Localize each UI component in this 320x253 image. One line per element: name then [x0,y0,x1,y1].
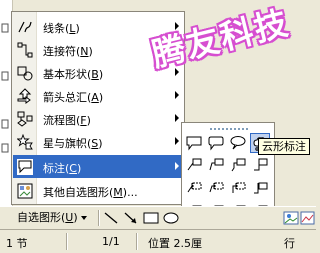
rounded-callout-icon[interactable] [206,133,226,153]
doc-mark-icon [1,143,9,153]
status-row: 行 [284,237,295,250]
submenu-arrow-icon [175,22,179,30]
oval-tool-icon[interactable] [162,210,180,226]
accent-callout-4-icon[interactable] [250,179,270,199]
line-tool-icon[interactable] [102,210,120,226]
line-callout-4-icon[interactable] [250,156,270,176]
submenu-arrow-icon [175,45,179,53]
tooltip: 云形标注 [258,138,310,155]
submenu-arrow-icon [175,162,179,170]
status-position: 位置 2.5厘 [148,237,202,250]
menu-item-label: 其他自选图形 [43,186,109,199]
menu-item-flowchart[interactable]: 流程图(F) [13,107,183,130]
menu-item-stars-banners[interactable]: 星与旗帜(S) [13,130,183,153]
menu-item-label: 连接符 [43,45,76,58]
rectangular-callout-icon[interactable] [184,133,204,153]
clip-art-icon[interactable] [282,210,300,226]
accent-callout-3-icon[interactable] [228,179,248,199]
more-autoshapes-icon [17,183,33,199]
oval-callout-icon[interactable] [228,133,248,153]
callouts-icon [17,159,33,175]
doc-mark-icon [1,23,9,33]
status-divider [136,233,138,250]
line-callout-3-icon[interactable] [228,156,248,176]
autoshapes-button[interactable]: 自选图形(U) [13,209,91,226]
flowchart-icon [17,111,33,127]
menu-item-label: 箭头总汇 [43,91,87,104]
line-callout-1-icon[interactable] [184,156,204,176]
status-divider [66,233,68,250]
doc-mark-icon [1,119,9,129]
submenu-arrow-icon [175,68,179,76]
submenu-arrow-icon [175,91,179,99]
insert-picture-icon[interactable] [300,210,318,226]
status-pages: 1/1 [102,235,120,248]
menu-item-callouts[interactable]: 标注(C) [13,155,183,178]
menu-item-label: 标注 [43,162,65,175]
menu-item-basic-shapes[interactable]: 基本形状(B) [13,61,183,84]
status-bar: 1 节 1/1 位置 2.5厘 行 [0,229,316,253]
basic-shapes-icon [17,66,33,81]
menu-item-label: 流程图 [43,114,76,127]
submenu-arrow-icon [175,114,179,122]
drawing-toolbar: 自选图形(U) [0,206,316,229]
menu-item-block-arrows[interactable]: 箭头总汇(A) [13,84,183,107]
line-callout-2-icon[interactable] [206,156,226,176]
stars-banners-icon [17,134,33,150]
submenu-arrow-icon [175,137,179,145]
status-section: 1 节 [6,237,28,250]
dropdown-arrow-icon [80,216,87,220]
menu-item-label: 星与旗帜 [43,137,87,150]
tear-off-grip[interactable] [210,128,248,130]
menu-item-label: 基本形状 [43,68,87,81]
rectangle-tool-icon[interactable] [142,210,160,226]
menu-item-lines[interactable]: 线条(L) [13,15,183,38]
doc-mark-icon [1,71,9,81]
lines-icon [18,21,32,33]
menu-item-connectors[interactable]: 连接符(N) [13,38,183,61]
autoshapes-menu: 线条(L) 连接符(N) 基本形状(B) 箭头总汇(A) 流程图(F) 星与旗帜… [11,11,185,205]
connector-icon [17,42,33,58]
arrow-tool-icon[interactable] [122,210,140,226]
menu-item-label: 线条 [43,22,65,35]
toolbar-separator [98,210,100,226]
accent-callout-1-icon[interactable] [184,179,204,199]
block-arrows-icon [17,88,32,104]
accent-callout-2-icon[interactable] [206,179,226,199]
menu-item-more-autoshapes[interactable]: 其他自选图形(M)... [13,179,183,202]
